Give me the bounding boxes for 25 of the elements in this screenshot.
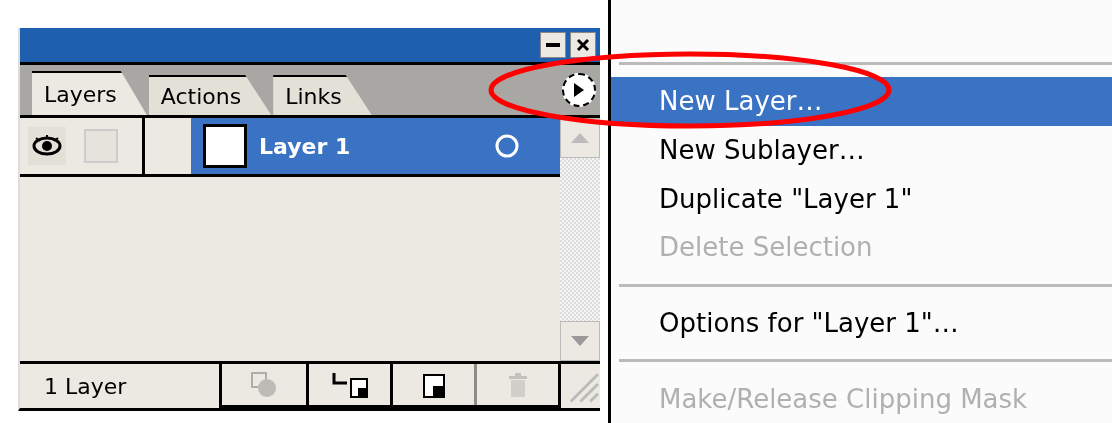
target-circle-icon[interactable]	[494, 133, 520, 159]
scroll-bar[interactable]	[560, 118, 600, 361]
close-icon	[576, 38, 590, 52]
close-button[interactable]	[570, 32, 596, 58]
menu-item[interactable]: New Layer…	[611, 76, 1112, 126]
minimize-icon	[546, 43, 560, 47]
triangle-right-icon	[573, 82, 585, 98]
minimize-button[interactable]	[540, 32, 566, 58]
tab[interactable]: Actions	[148, 75, 272, 115]
mask-icon	[250, 370, 279, 399]
layer-row[interactable]: Layer 1	[191, 118, 560, 174]
layer-thumbnail	[203, 124, 247, 168]
new-sublayer-icon	[330, 370, 369, 399]
menu-item[interactable]: New Sublayer…	[611, 125, 1112, 175]
panel-menu-button[interactable]	[562, 73, 596, 107]
visibility-toggle[interactable]	[28, 127, 66, 165]
menu-item[interactable]: Duplicate "Layer 1"	[611, 174, 1112, 224]
layer-count: 1 Layer	[43, 372, 128, 401]
tab[interactable]: Links	[273, 75, 372, 115]
layer-name: Layer 1	[259, 133, 352, 159]
tab[interactable]: Layers	[32, 71, 147, 115]
menu-item[interactable]: Options for "Layer 1"…	[611, 298, 1112, 348]
up-arrow-icon	[571, 133, 589, 143]
lock-toggle[interactable]	[84, 129, 118, 163]
down-arrow-icon	[571, 336, 589, 346]
